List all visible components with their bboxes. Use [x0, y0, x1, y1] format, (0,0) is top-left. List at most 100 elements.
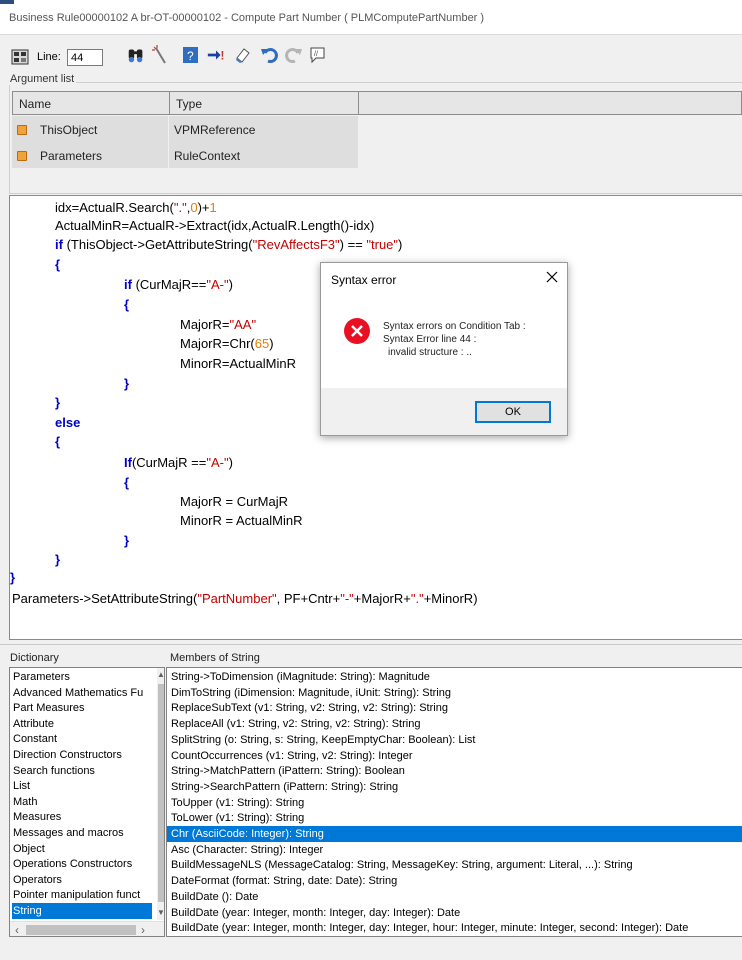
- line-number-input[interactable]: [67, 49, 103, 66]
- member-item[interactable]: String->ToDimension (iMagnitude: String)…: [167, 669, 742, 685]
- dictionary-item[interactable]: Measures: [12, 809, 152, 825]
- code-line[interactable]: Parameters->SetAttributeString("PartNumb…: [12, 591, 478, 606]
- code-line[interactable]: else: [55, 415, 80, 430]
- member-item[interactable]: BuildMessageNLS (MessageCatalog: String,…: [167, 857, 742, 873]
- catalog-icon[interactable]: [9, 46, 31, 68]
- members-list[interactable]: String->ToDimension (iMagnitude: String)…: [166, 667, 742, 937]
- dictionary-item[interactable]: String: [12, 903, 152, 919]
- code-string: ".": [173, 200, 187, 215]
- code-line[interactable]: MinorR=ActualMinR: [180, 356, 296, 371]
- member-item[interactable]: DateFormat (format: String, date: Date):…: [167, 873, 742, 889]
- dictionary-vertical-scrollbar[interactable]: ▲ ▼: [157, 668, 164, 920]
- goto-icon[interactable]: !: [205, 44, 227, 66]
- member-item[interactable]: DimToString (iDimension: Magnitude, iUni…: [167, 685, 742, 701]
- dictionary-item[interactable]: Attribute: [12, 716, 152, 732]
- code-line[interactable]: MajorR = CurMajR: [180, 494, 288, 509]
- scroll-right-icon[interactable]: ›: [136, 922, 150, 936]
- member-item[interactable]: SplitString (o: String, s: String, KeepE…: [167, 732, 742, 748]
- column-header-name[interactable]: Name: [12, 91, 170, 115]
- code-line[interactable]: {: [55, 257, 60, 272]
- dictionary-item[interactable]: Direction Constructors: [12, 747, 152, 763]
- redo-icon[interactable]: [283, 44, 305, 66]
- code-line[interactable]: MajorR=Chr(65): [180, 336, 274, 351]
- code-text: MajorR=: [180, 317, 230, 332]
- dictionary-item[interactable]: Object: [12, 841, 152, 857]
- member-item[interactable]: ReplaceAll (v1: String, v2: String, v2: …: [167, 716, 742, 732]
- dictionary-item[interactable]: Advanced Mathematics Fu: [12, 685, 152, 701]
- member-item[interactable]: BuildDate (year: Integer, month: Integer…: [167, 905, 742, 921]
- dictionary-item[interactable]: Part Measures: [12, 700, 152, 716]
- code-line[interactable]: idx=ActualR.Search(".",0)+1: [55, 200, 217, 215]
- code-line[interactable]: }: [55, 552, 60, 567]
- dictionary-item[interactable]: Pointer manipulation funct: [12, 887, 152, 903]
- member-item[interactable]: ReplaceSubText (v1: String, v2: String, …: [167, 700, 742, 716]
- code-line[interactable]: if (ThisObject->GetAttributeString("RevA…: [55, 237, 402, 252]
- code-line[interactable]: if (CurMajR=="A-"): [124, 277, 233, 292]
- dictionary-item[interactable]: Operations Constructors: [12, 856, 152, 872]
- code-line[interactable]: }: [124, 376, 129, 391]
- eraser-icon[interactable]: [232, 44, 254, 66]
- dictionary-horizontal-scrollbar[interactable]: ‹ ›: [10, 921, 164, 936]
- code-line[interactable]: {: [124, 475, 129, 490]
- argument-row[interactable]: Parameters RuleContext: [12, 142, 358, 168]
- help-icon[interactable]: ?: [180, 44, 202, 66]
- dictionary-list[interactable]: ▲ ▼ ‹ › Parameters Advanced Mathematics F…: [9, 667, 165, 937]
- code-text: (ThisObject->GetAttributeString(: [62, 237, 253, 252]
- code-text: MinorR = ActualMinR: [180, 513, 303, 528]
- member-item[interactable]: CountOccurrences (v1: String, v2: String…: [167, 748, 742, 764]
- scroll-up-icon[interactable]: ▲: [157, 668, 164, 682]
- error-message: Syntax errors on Condition Tab :: [383, 321, 526, 332]
- code-line[interactable]: MajorR="AA": [180, 317, 256, 332]
- code-line[interactable]: {: [55, 434, 60, 449]
- ok-button[interactable]: OK: [475, 401, 551, 423]
- code-line[interactable]: }: [124, 533, 129, 548]
- window-corner-accent: [0, 0, 14, 4]
- dictionary-item[interactable]: Messages and macros: [12, 825, 152, 841]
- column-separator: [168, 142, 169, 168]
- wand-icon[interactable]: [150, 44, 172, 66]
- undo-icon[interactable]: [258, 44, 280, 66]
- code-keyword: }: [124, 533, 130, 548]
- member-item[interactable]: Chr (AsciiCode: Integer): String: [167, 826, 742, 842]
- dictionary-item[interactable]: Operators: [12, 872, 152, 888]
- close-icon[interactable]: [537, 263, 567, 291]
- pane-divider[interactable]: [0, 644, 742, 645]
- member-item[interactable]: ToLower (v1: String): String: [167, 810, 742, 826]
- code-string: ".": [410, 591, 424, 606]
- code-line[interactable]: ActualMinR=ActualR->Extract(idx,ActualR.…: [55, 218, 374, 233]
- dictionary-item[interactable]: Search functions: [12, 763, 152, 779]
- code-keyword: {: [55, 434, 61, 449]
- dictionary-item[interactable]: List: [12, 778, 152, 794]
- member-item[interactable]: BuildDate (year: Integer, month: Integer…: [167, 920, 742, 936]
- scrollbar-thumb[interactable]: [158, 684, 164, 902]
- code-line[interactable]: If(CurMajR =="A-"): [124, 455, 233, 470]
- argument-type: VPMReference: [174, 123, 256, 137]
- dictionary-item[interactable]: Parameters: [12, 669, 152, 685]
- comment-icon[interactable]: //: [307, 44, 329, 66]
- code-string: "PartNumber": [197, 591, 277, 606]
- member-item[interactable]: String->MatchPattern (iPattern: String):…: [167, 763, 742, 779]
- code-text: ): [269, 336, 274, 351]
- find-icon[interactable]: [125, 44, 147, 66]
- code-line[interactable]: {: [124, 297, 129, 312]
- scroll-down-icon[interactable]: ▼: [157, 906, 164, 920]
- argument-row[interactable]: ThisObject VPMReference: [12, 116, 358, 142]
- argument-list-legend: Argument list: [8, 73, 77, 85]
- error-message: Syntax Error line 44 :: [383, 334, 477, 345]
- scrollbar-thumb[interactable]: [26, 925, 136, 935]
- scroll-left-icon[interactable]: ‹: [10, 922, 24, 936]
- column-header-type[interactable]: Type: [169, 91, 359, 115]
- member-item[interactable]: Asc (Character: String): Integer: [167, 842, 742, 858]
- code-keyword: if: [124, 277, 132, 292]
- dictionary-item[interactable]: Math: [12, 794, 152, 810]
- code-line[interactable]: }: [55, 395, 60, 410]
- column-header-empty[interactable]: [358, 91, 742, 115]
- code-string: "RevAffectsF3": [252, 237, 340, 252]
- code-line[interactable]: }: [10, 570, 15, 585]
- member-item[interactable]: ToUpper (v1: String): String: [167, 795, 742, 811]
- dictionary-item[interactable]: Constant: [12, 731, 152, 747]
- member-item[interactable]: BuildDate (): Date: [167, 889, 742, 905]
- member-item[interactable]: String->SearchPattern (iPattern: String)…: [167, 779, 742, 795]
- argument-table: Name Type ThisObject VPMReference Parame…: [12, 91, 742, 189]
- code-line[interactable]: MinorR = ActualMinR: [180, 513, 302, 528]
